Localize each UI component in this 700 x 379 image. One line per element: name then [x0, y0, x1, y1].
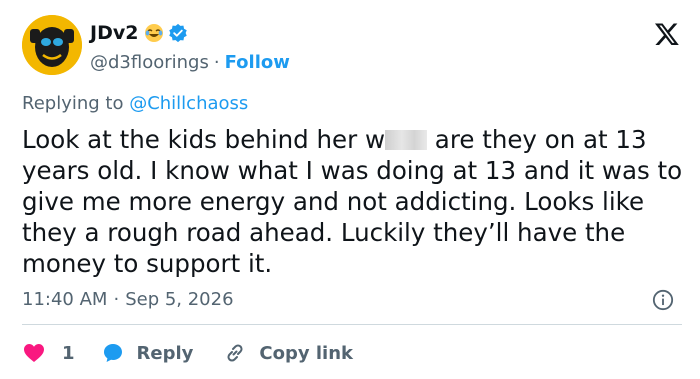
link-icon: [227, 344, 243, 362]
tweet-actions: 1 Reply Copy link: [22, 338, 353, 368]
x-logo-icon[interactable]: [654, 21, 680, 47]
meta-separator: ·: [113, 289, 120, 310]
avatar-image: [22, 15, 82, 75]
divider: [22, 324, 682, 325]
tweet-header: JDv2 @d3floorings · Follow: [22, 15, 682, 75]
replying-to: Replying to @Chillchaoss: [22, 93, 248, 114]
tweet-text: Look at the kids behind her w are they o…: [22, 124, 687, 279]
tweet-meta: 11:40 AM · Sep 5, 2026: [22, 289, 234, 310]
avatar[interactable]: [22, 15, 82, 75]
like-button[interactable]: 1: [22, 341, 75, 365]
speech-bubble-icon: [103, 344, 122, 362]
handle-separator: ·: [213, 51, 220, 73]
handle-row: @d3floorings · Follow: [90, 49, 290, 75]
author-info: JDv2 @d3floorings · Follow: [90, 20, 290, 75]
copy-link-label: Copy link: [259, 342, 353, 364]
follow-button[interactable]: Follow: [225, 52, 290, 73]
reply-label: Reply: [136, 342, 194, 364]
heart-icon: [24, 344, 44, 362]
laughing-face-icon: [145, 24, 164, 42]
display-name[interactable]: JDv2: [90, 22, 138, 44]
censored-word: [385, 130, 428, 150]
verified-badge-icon: [169, 23, 188, 43]
tweet-time[interactable]: 11:40 AM: [22, 289, 107, 310]
tweet-text-part-1: Look at the kids behind her w: [22, 125, 386, 154]
name-row: JDv2: [90, 20, 290, 46]
tweet-date[interactable]: Sep 5, 2026: [125, 289, 233, 310]
replying-mention[interactable]: @Chillchaoss: [129, 93, 248, 114]
like-count: 1: [62, 342, 75, 364]
copy-link-button[interactable]: Copy link: [223, 341, 353, 365]
replying-prefix: Replying to: [22, 93, 130, 114]
handle[interactable]: @d3floorings: [90, 52, 209, 73]
reply-button[interactable]: Reply: [101, 341, 194, 365]
info-icon[interactable]: [652, 289, 674, 311]
